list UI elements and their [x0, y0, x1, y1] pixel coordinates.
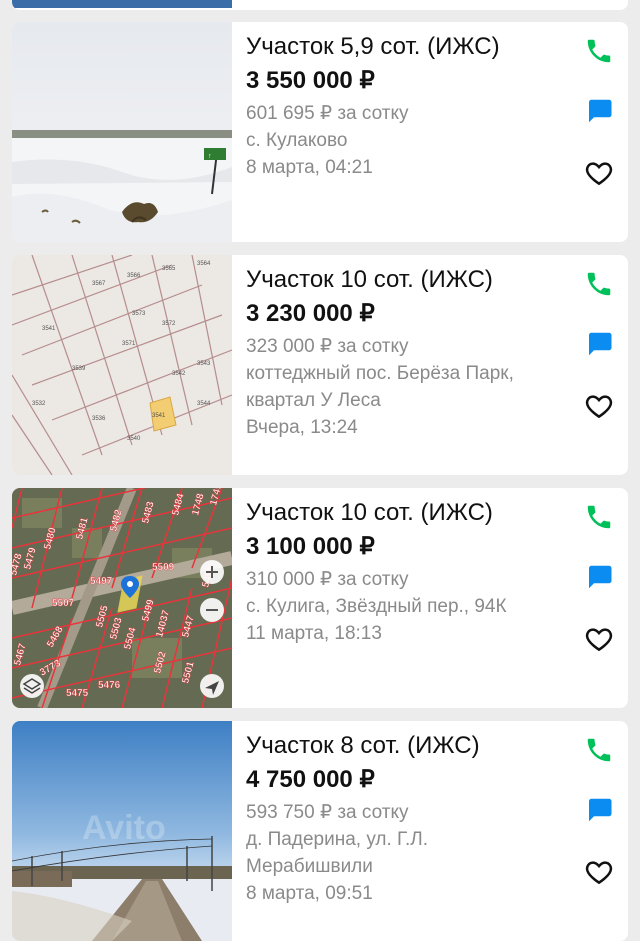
listing-address: с. Кулига, Звёздный пер., 94К: [246, 596, 507, 617]
listing-image-satellite-map[interactable]: 5480 5481 5482 5483 5484 5479 5478 5497 …: [12, 488, 232, 708]
listing-card[interactable]: Avito Участок 8 сот. (ИЖС) 4 750 000 ₽ 5…: [12, 721, 628, 941]
listing-card[interactable]: 5480 5481 5482 5483 5484 5479 5478 5497 …: [12, 488, 628, 708]
listing-title[interactable]: Участок 10 сот. (ИЖС): [246, 265, 576, 295]
listing-price: 3 550 000 ₽: [246, 67, 375, 94]
zoom-in-icon[interactable]: [200, 560, 224, 584]
plot-number: 3573: [132, 311, 146, 317]
previous-listing-image: [12, 0, 232, 8]
chat-icon[interactable]: [584, 795, 614, 825]
avito-watermark: Avito: [82, 809, 166, 847]
plot-number: 3536: [92, 416, 106, 422]
chat-icon[interactable]: [584, 96, 614, 126]
listing-title[interactable]: Участок 10 сот. (ИЖС): [246, 498, 576, 528]
plot-number: 3572: [162, 321, 176, 327]
plot-number: 3566: [127, 273, 141, 279]
heart-icon[interactable]: [584, 624, 614, 654]
plot-number: 3539: [72, 366, 86, 372]
listing-price-per-unit: 601 695 ₽ за сотку: [246, 103, 409, 124]
listing-date: 8 марта, 09:51: [246, 883, 373, 904]
plot-number: 3543: [197, 361, 211, 367]
listing-date: 11 марта, 18:13: [246, 623, 382, 644]
listing-price-per-unit: 323 000 ₽ за сотку: [246, 336, 409, 357]
listing-price: 4 750 000 ₽: [246, 766, 375, 793]
chat-icon[interactable]: [584, 562, 614, 592]
plot-number: 3571: [122, 341, 136, 347]
zoom-out-icon[interactable]: [200, 598, 224, 622]
listing-price: 3 230 000 ₽: [246, 300, 375, 327]
listing-address-line1: коттеджный пос. Берёза Парк,: [246, 363, 514, 384]
plot-number: 5476: [98, 680, 121, 691]
heart-icon[interactable]: [584, 158, 614, 188]
listing-date: 8 марта, 04:21: [246, 157, 373, 178]
heart-icon[interactable]: [584, 857, 614, 887]
listing-image-cadastral-plan[interactable]: 3567 3566 3565 3564 3541 3573 3572 3571 …: [12, 255, 232, 475]
listing-address: с. Кулаково: [246, 130, 348, 151]
listing-title[interactable]: Участок 5,9 сот. (ИЖС): [246, 32, 576, 62]
listing-image-winter-road[interactable]: Avito: [12, 721, 232, 941]
listing-price-per-unit: 593 750 ₽ за сотку: [246, 802, 409, 823]
phone-icon[interactable]: [584, 269, 614, 299]
layers-icon[interactable]: [20, 674, 44, 698]
plot-number: 3565: [162, 266, 176, 272]
listing-date: Вчера, 13:24: [246, 417, 358, 438]
chat-icon[interactable]: [584, 329, 614, 359]
plot-number: 3564: [197, 261, 211, 267]
listing-address-line1: д. Падерина, ул. Г.Л.: [246, 829, 429, 850]
previous-listing-card-edge: [12, 0, 628, 10]
listing-card[interactable]: 3567 3566 3565 3564 3541 3573 3572 3571 …: [12, 255, 628, 475]
plot-number: 5507: [52, 598, 75, 609]
plot-number: 5475: [66, 688, 89, 699]
listing-price-per-unit: 310 000 ₽ за сотку: [246, 569, 409, 590]
locate-icon[interactable]: [200, 674, 224, 698]
phone-icon[interactable]: [584, 36, 614, 66]
plot-number: 3544: [197, 401, 211, 407]
svg-text:↑: ↑: [208, 153, 212, 160]
listing-address-line2: квартал У Леса: [246, 390, 381, 411]
listing-card[interactable]: ↑ Участок 5,9 сот. (ИЖС) 3 550 000 ₽ 601…: [12, 22, 628, 242]
phone-icon[interactable]: [584, 735, 614, 765]
listing-address-line2: Мерабишвили: [246, 856, 373, 877]
plot-number: 3541: [152, 413, 166, 419]
plot-number: 3567: [92, 281, 106, 287]
plot-number: 3542: [172, 371, 186, 377]
plot-number: 5497: [90, 576, 113, 587]
listing-image-snowy-field[interactable]: ↑: [12, 22, 232, 242]
plot-number: 3541: [42, 326, 56, 332]
plot-number: 3532: [32, 401, 46, 407]
heart-icon[interactable]: [584, 391, 614, 421]
plot-number: 5509: [152, 562, 175, 573]
listing-title[interactable]: Участок 8 сот. (ИЖС): [246, 731, 576, 761]
listing-price: 3 100 000 ₽: [246, 533, 375, 560]
phone-icon[interactable]: [584, 502, 614, 532]
plot-number: 3540: [127, 436, 141, 442]
